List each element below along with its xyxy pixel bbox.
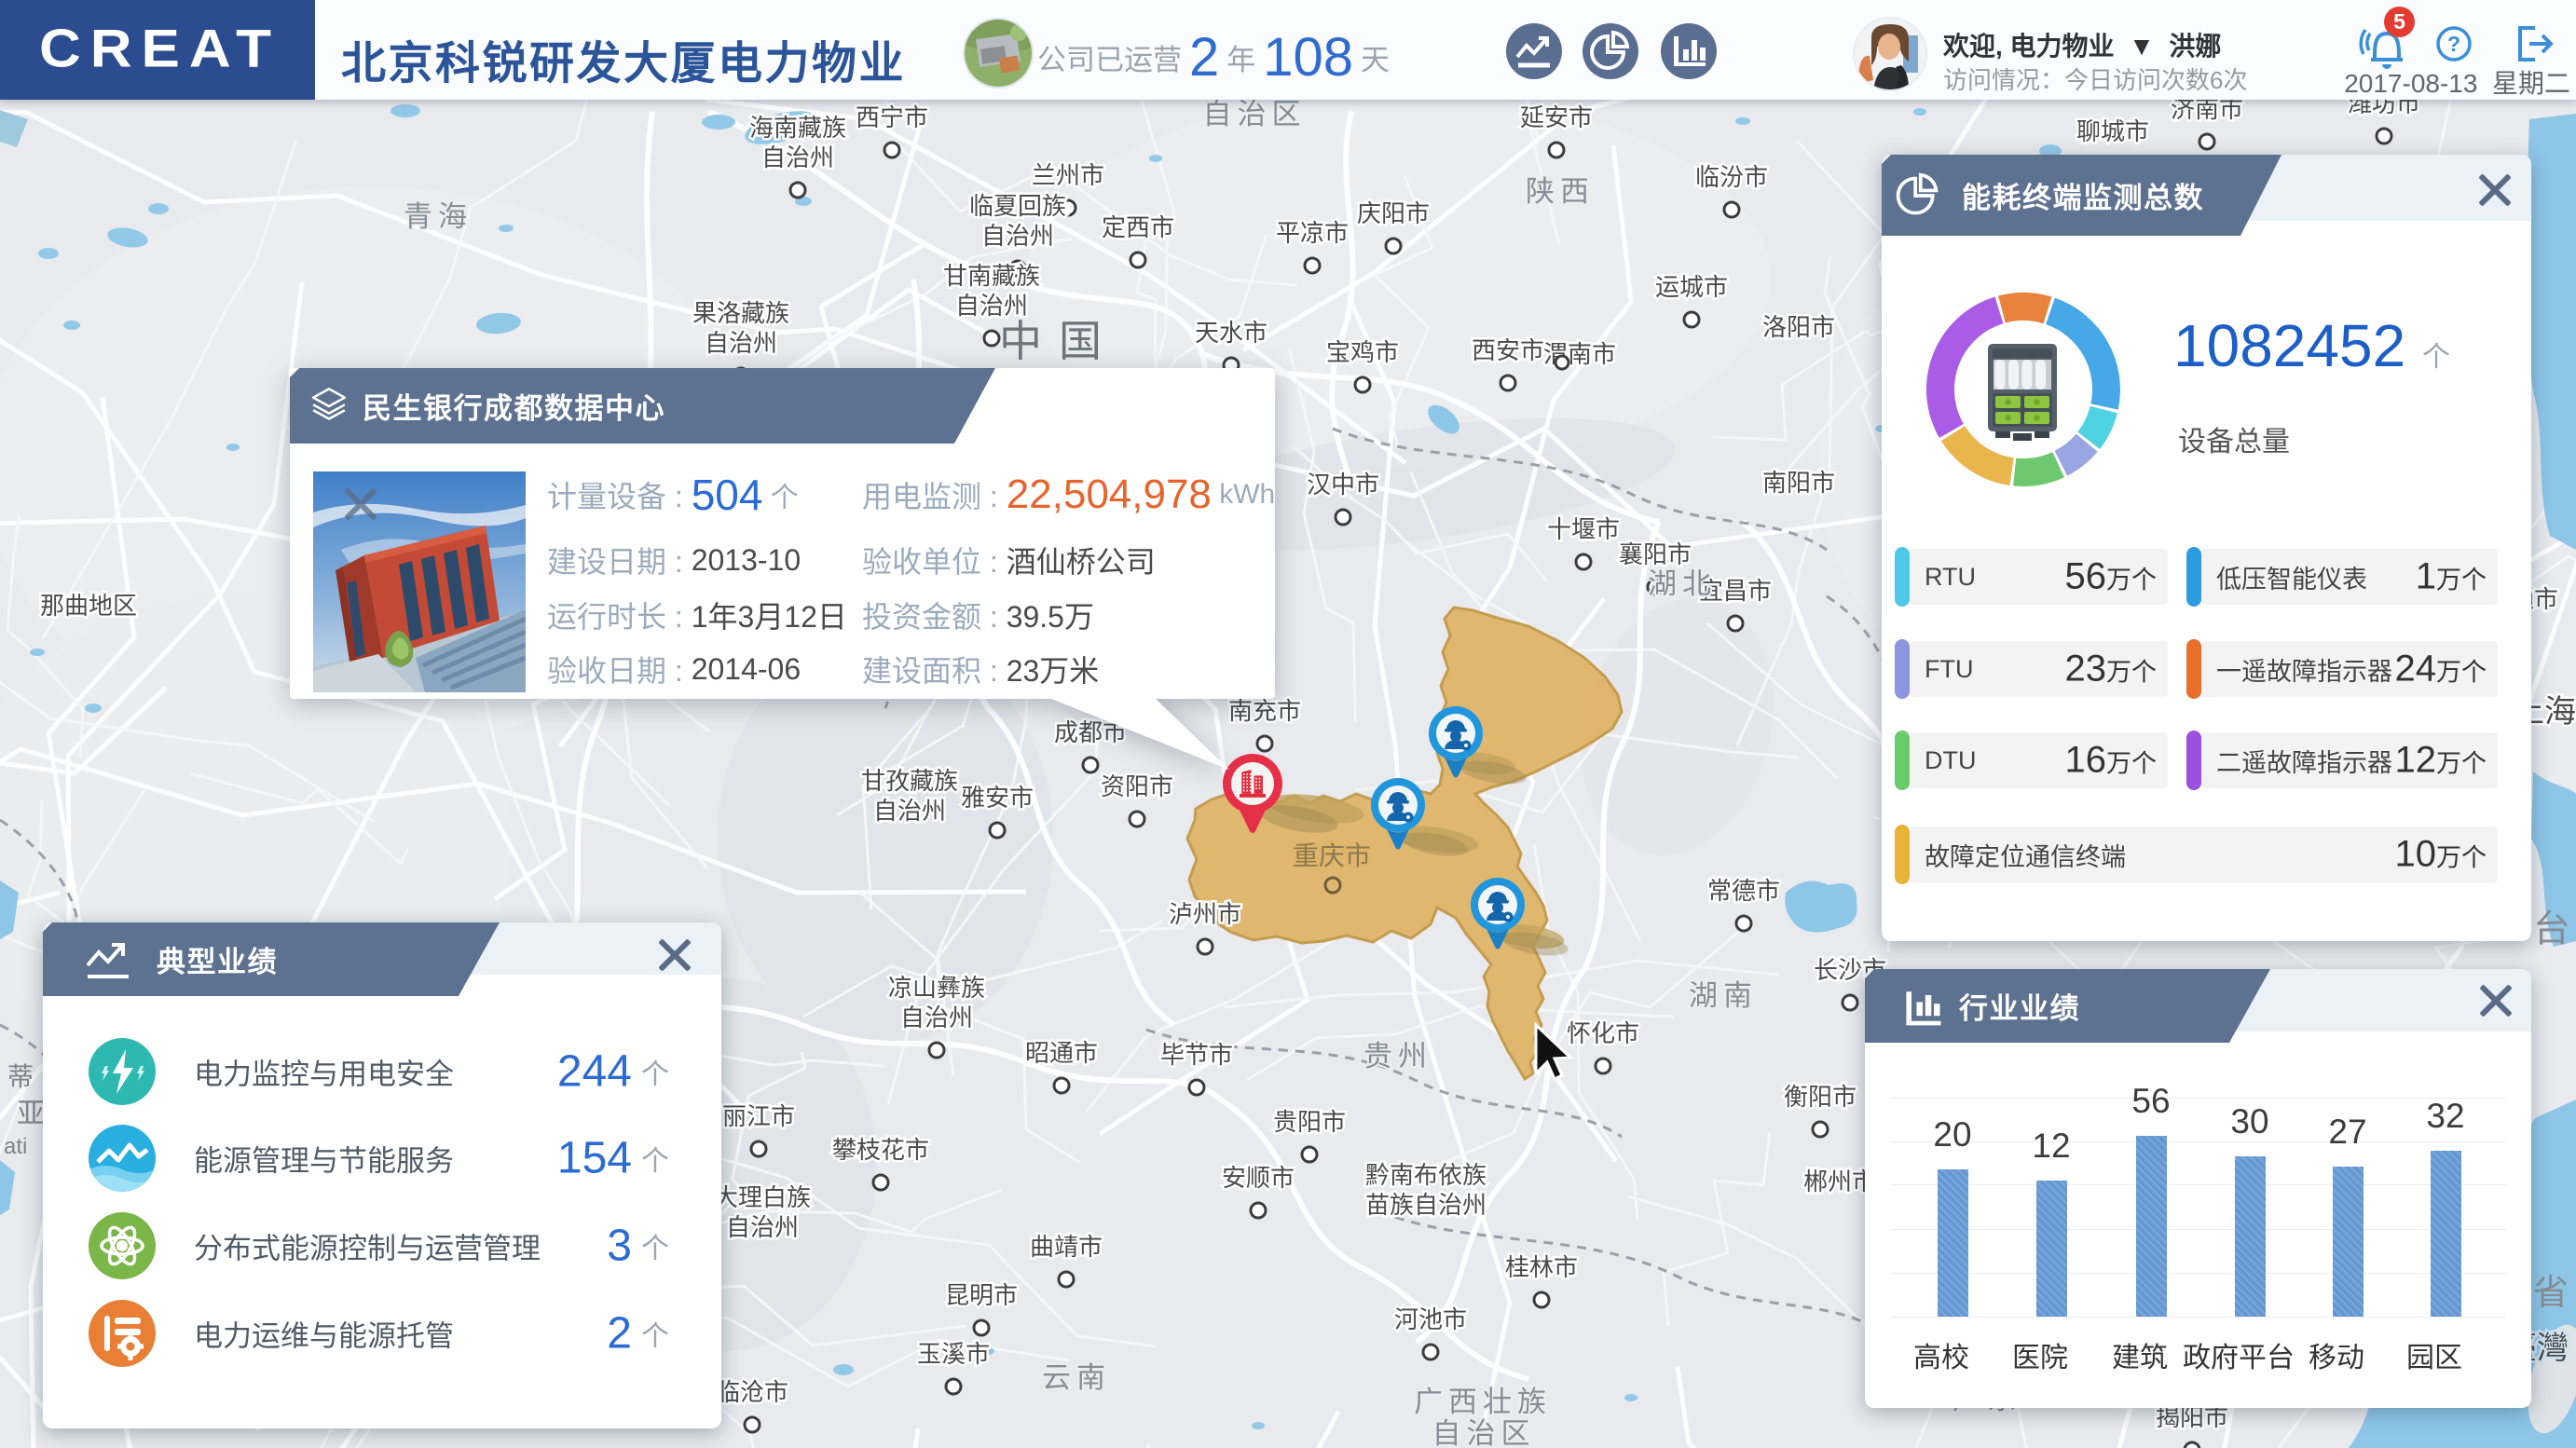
svg-text:苗族自治州: 苗族自治州 <box>1365 1191 1487 1219</box>
svg-text:广西壮族: 广西壮族 <box>1414 1386 1552 1418</box>
svg-text:自治州: 自治州 <box>873 797 946 825</box>
svg-text:台: 台 <box>2533 908 2570 949</box>
svg-text:泸州市: 泸州市 <box>1169 900 1241 928</box>
svg-text:十堰市: 十堰市 <box>1547 515 1620 543</box>
svg-text:甘孜藏族: 甘孜藏族 <box>861 767 958 795</box>
svg-text:昆明市: 昆明市 <box>945 1281 1018 1309</box>
svg-text:兰州市: 兰州市 <box>1032 161 1104 189</box>
svg-text:自治州: 自治州 <box>900 1004 973 1031</box>
svg-text:洛阳市: 洛阳市 <box>1762 313 1835 341</box>
svg-text:怀化市: 怀化市 <box>1567 1019 1639 1047</box>
svg-text:丽江市: 丽江市 <box>722 1102 795 1130</box>
svg-text:玉溪市: 玉溪市 <box>917 1340 990 1368</box>
svg-text:贵阳市: 贵阳市 <box>1273 1108 1346 1136</box>
svg-text:安顺市: 安顺市 <box>1222 1164 1295 1192</box>
svg-text:自治州: 自治州 <box>955 292 1028 320</box>
svg-text:果洛藏族: 果洛藏族 <box>692 299 789 327</box>
svg-text:重庆市: 重庆市 <box>1293 841 1371 870</box>
svg-text:临沧市: 临沧市 <box>716 1378 788 1406</box>
svg-text:定西市: 定西市 <box>1102 213 1174 241</box>
svg-text:甘南藏族: 甘南藏族 <box>943 262 1040 290</box>
svg-text:那曲地区: 那曲地区 <box>40 592 137 620</box>
svg-text:自治州: 自治州 <box>761 143 834 171</box>
svg-text:河池市: 河池市 <box>1394 1305 1467 1333</box>
svg-text:ati: ati <box>4 1134 27 1159</box>
svg-text:?: ? <box>2447 32 2460 56</box>
svg-text:天水市: 天水市 <box>1195 319 1267 347</box>
svg-text:大理白族: 大理白族 <box>714 1183 811 1211</box>
svg-text:黔南布依族: 黔南布依族 <box>1365 1161 1487 1189</box>
svg-text:庆阳市: 庆阳市 <box>1357 199 1430 227</box>
svg-text:常德市: 常德市 <box>1707 877 1780 905</box>
svg-text:宝鸡市: 宝鸡市 <box>1326 338 1399 366</box>
svg-text:资阳市: 资阳市 <box>1101 772 1173 800</box>
svg-text:海南藏族: 海南藏族 <box>749 114 846 142</box>
svg-text:昭通市: 昭通市 <box>1025 1039 1098 1067</box>
svg-text:襄阳市: 襄阳市 <box>1619 540 1692 568</box>
svg-text:雅安市: 雅安市 <box>961 784 1034 812</box>
svg-text:自治州: 自治州 <box>726 1213 799 1241</box>
svg-text:延安市: 延安市 <box>1520 103 1593 131</box>
svg-text:湖南: 湖南 <box>1689 979 1758 1012</box>
svg-text:蒂: 蒂 <box>7 1062 34 1091</box>
svg-text:运城市: 运城市 <box>1655 273 1728 301</box>
svg-text:自治州: 自治州 <box>705 329 777 357</box>
svg-text:攀枝花市: 攀枝花市 <box>832 1136 929 1164</box>
svg-text:陕西: 陕西 <box>1526 175 1595 208</box>
svg-text:南阳市: 南阳市 <box>1762 469 1835 497</box>
svg-text:聊城市: 聊城市 <box>2076 117 2149 145</box>
svg-text:自治州: 自治州 <box>981 222 1054 250</box>
svg-text:凉山彝族: 凉山彝族 <box>888 974 985 1002</box>
svg-text:湖北: 湖北 <box>1648 567 1717 600</box>
svg-text:贵州: 贵州 <box>1363 1040 1432 1072</box>
svg-text:云南: 云南 <box>1042 1361 1111 1394</box>
svg-text:自治区: 自治区 <box>1432 1417 1536 1448</box>
svg-text:桂林市: 桂林市 <box>1505 1253 1578 1281</box>
svg-text:平凉市: 平凉市 <box>1276 219 1349 247</box>
svg-text:西安市: 西安市 <box>1472 336 1544 364</box>
svg-text:中国: 中国 <box>999 317 1118 365</box>
svg-text:毕节市: 毕节市 <box>1160 1041 1233 1069</box>
svg-text:青海: 青海 <box>404 200 473 233</box>
svg-text:汉中市: 汉中市 <box>1307 471 1379 499</box>
svg-text:临夏回族: 临夏回族 <box>969 192 1066 220</box>
svg-text:衡阳市: 衡阳市 <box>1784 1083 1857 1111</box>
svg-text:临汾市: 临汾市 <box>1695 163 1768 191</box>
svg-text:西宁市: 西宁市 <box>856 103 928 131</box>
svg-text:曲靖市: 曲靖市 <box>1030 1233 1103 1261</box>
